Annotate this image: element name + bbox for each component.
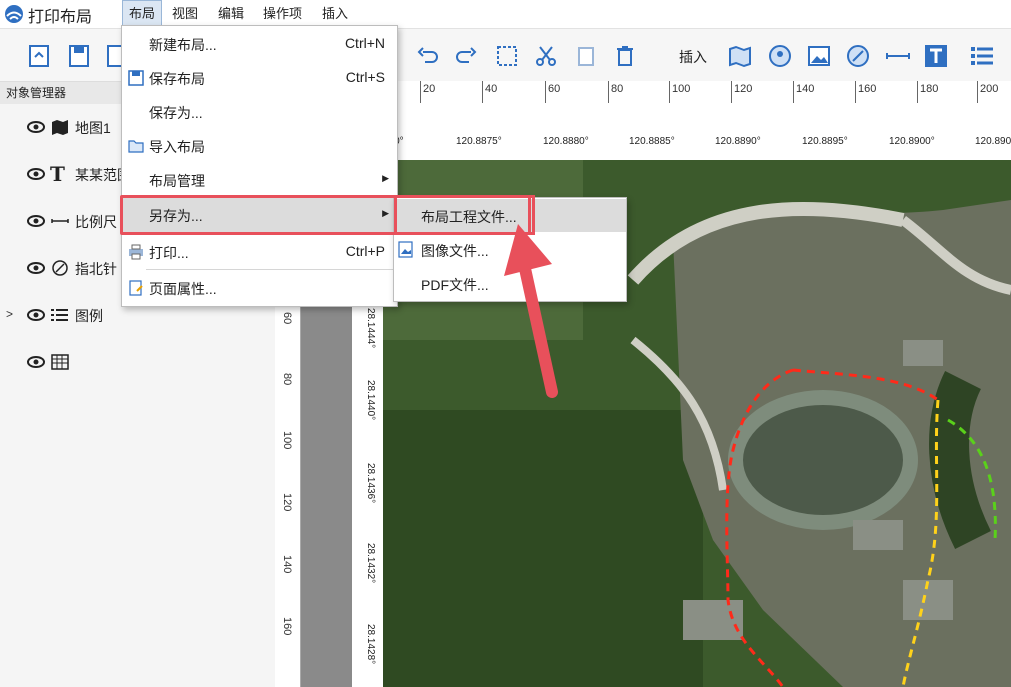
app-title: 打印布局: [28, 9, 93, 26]
menu-item-label: 新建布局...: [149, 37, 217, 53]
ruler-tick-label: 160: [858, 83, 877, 95]
annotation-arrow-icon: [504, 224, 558, 398]
object-row-table[interactable]: [0, 342, 275, 382]
insert-legend-icon[interactable]: [969, 43, 995, 69]
visibility-eye-icon[interactable]: [27, 308, 45, 322]
object-label: 图例: [75, 308, 103, 324]
menu-item-new-layout[interactable]: 新建布局... Ctrl+N: [122, 27, 397, 61]
save-icon: [128, 70, 144, 86]
longitude-label: 120.8875°: [456, 136, 502, 147]
insert-compass-icon[interactable]: [845, 43, 871, 69]
redo-icon[interactable]: [453, 43, 479, 69]
menu-item-layout-manager[interactable]: 布局管理 ▶: [122, 163, 397, 197]
insert-scalebar-icon[interactable]: [767, 43, 793, 69]
ruler-tick-label: 180: [920, 83, 939, 95]
table-icon: [51, 354, 69, 370]
layout-dropdown-menu: 新建布局... Ctrl+N 保存布局 Ctrl+S 保存为... 导入布局 布…: [121, 25, 398, 307]
menu-operations[interactable]: 操作项: [257, 0, 308, 28]
horizontal-ruler: 20 40 60 80 100 120 140 160 180 200: [383, 81, 1011, 104]
ruler-tick-label: 100: [672, 83, 691, 95]
visibility-eye-icon[interactable]: [27, 120, 45, 134]
ruler-tick-label: 140: [796, 83, 815, 95]
app-logo-icon: [5, 5, 23, 23]
ruler-tick-label: 100: [281, 431, 293, 450]
delete-icon[interactable]: [612, 43, 638, 69]
undo-icon[interactable]: [415, 43, 441, 69]
cut-icon[interactable]: [533, 43, 559, 69]
text-icon: T: [50, 162, 65, 186]
menu-item-label: 保存为...: [149, 105, 203, 121]
menu-item-import-layout[interactable]: 导入布局: [122, 129, 397, 163]
object-label: 地图1: [75, 120, 111, 136]
visibility-eye-icon[interactable]: [27, 167, 45, 181]
menu-insert[interactable]: 插入: [316, 0, 354, 28]
menu-item-shortcut: Ctrl+S: [345, 69, 385, 85]
longitude-label: 120.8900°: [889, 136, 935, 147]
insert-map-icon[interactable]: [727, 43, 753, 69]
menu-view[interactable]: 视图: [166, 0, 204, 28]
image-file-icon: [398, 241, 413, 258]
map-icon: [52, 120, 68, 135]
object-label: 比例尺: [75, 214, 117, 230]
menu-item-save-layout[interactable]: 保存布局 Ctrl+S: [122, 61, 397, 95]
latitude-label: 28.1432°: [365, 543, 376, 584]
menu-item-page-properties[interactable]: 页面属性...: [122, 271, 397, 305]
ruler-tick-label: 20: [423, 83, 436, 95]
scalebar-icon: [51, 219, 69, 223]
ruler-tick-label: 40: [485, 83, 498, 95]
ruler-tick-label: 60: [281, 312, 293, 325]
ruler-tick-label: 60: [548, 83, 561, 95]
menu-edit[interactable]: 编辑: [212, 0, 250, 28]
menu-item-label: 保存布局: [149, 71, 205, 87]
select-icon[interactable]: [494, 43, 520, 69]
compass-icon: [52, 260, 68, 276]
object-label: 指北针: [75, 261, 117, 277]
latitude-label: 28.1440°: [365, 380, 376, 421]
ruler-tick-label: 140: [281, 555, 293, 574]
save-icon[interactable]: [66, 43, 92, 69]
menu-item-shortcut: Ctrl+N: [344, 35, 385, 51]
menu-item-label: 打印...: [149, 245, 189, 261]
expand-chevron-icon[interactable]: >: [6, 307, 13, 321]
longitude-label: 120.8890°: [715, 136, 761, 147]
ruler-tick-label: 200: [980, 83, 999, 95]
latitude-label: 28.1436°: [365, 463, 376, 504]
menu-item-save-as-copy[interactable]: 保存为...: [122, 95, 397, 129]
visibility-eye-icon[interactable]: [27, 261, 45, 275]
menu-item-print[interactable]: 打印... Ctrl+P: [122, 235, 397, 269]
printer-icon: [129, 244, 143, 260]
menu-item-label: PDF文件...: [421, 277, 489, 293]
insert-text-icon[interactable]: [923, 43, 949, 69]
page-props-icon: [129, 280, 143, 296]
ruler-tick-label: 120: [281, 493, 293, 512]
menu-item-label: 页面属性...: [149, 281, 217, 297]
folder-icon: [128, 140, 144, 153]
ruler-tick-label: 120: [734, 83, 753, 95]
visibility-eye-icon[interactable]: [27, 214, 45, 228]
insert-image-icon[interactable]: [806, 43, 832, 69]
legend-icon: [51, 309, 68, 321]
longitude-label: 120.8885°: [629, 136, 675, 147]
menu-separator: [146, 269, 396, 270]
menu-item-shortcut: Ctrl+P: [345, 243, 385, 259]
longitude-label: 120.8895°: [802, 136, 848, 147]
copy-icon[interactable]: [573, 43, 599, 69]
latitude-label: 28.1428°: [365, 624, 376, 665]
menu-item-label: 布局管理: [149, 173, 205, 189]
visibility-eye-icon[interactable]: [27, 355, 45, 369]
longitude-label: 120.890: [975, 136, 1011, 147]
ruler-tick-label: 80: [611, 83, 624, 95]
ruler-tick-label: 160: [281, 617, 293, 636]
insert-line-icon[interactable]: [885, 43, 911, 69]
menu-layout[interactable]: 布局: [122, 0, 163, 28]
menu-item-label: 图像文件...: [421, 243, 489, 259]
open-file-icon[interactable]: [26, 43, 52, 69]
insert-label: 插入: [679, 49, 707, 65]
menu-item-label: 导入布局: [149, 139, 205, 155]
ruler-tick-label: 80: [281, 373, 293, 386]
latitude-label: 28.1444°: [365, 308, 376, 349]
longitude-label: 120.8880°: [543, 136, 589, 147]
longitude-labels: 870° 120.8875° 120.8880° 120.8885° 120.8…: [383, 103, 1011, 160]
submenu-arrow-icon: ▶: [382, 173, 389, 183]
